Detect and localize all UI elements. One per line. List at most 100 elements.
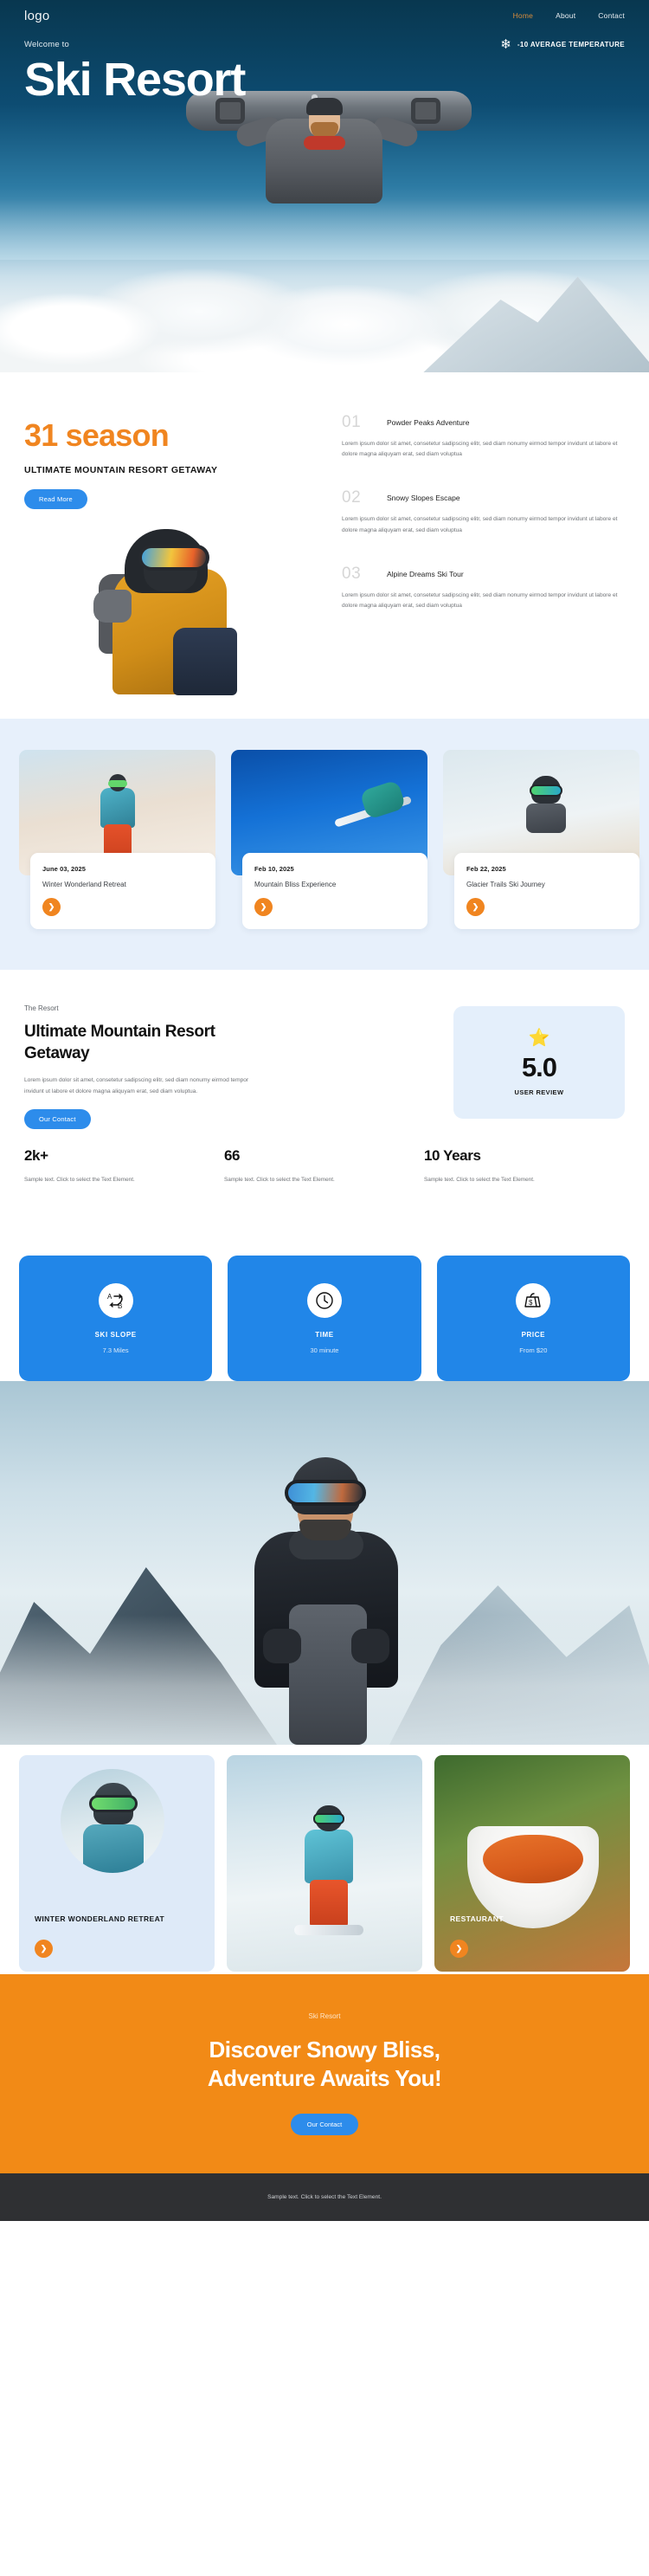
- cta-eyebrow: Ski Resort: [308, 2011, 341, 2020]
- skier-glove: [93, 590, 132, 623]
- feature-body: Lorem ipsum dolor sit amet, consetetur s…: [342, 591, 618, 609]
- nav-item-about[interactable]: About: [556, 11, 575, 20]
- feature-card-ski-slope[interactable]: A B SKI SLOPE 7.3 Miles: [19, 1256, 213, 1381]
- hero-section: logo Home About Contact Welcome to ❄ -10…: [0, 0, 649, 372]
- arrow-right-icon[interactable]: ❯: [254, 898, 273, 916]
- season-intro: 31 season ULTIMATE MOUNTAIN RESORT GETAW…: [24, 417, 310, 510]
- event-meta: June 03, 2025 Winter Wonderland Retreat …: [30, 853, 215, 929]
- event-card[interactable]: Feb 10, 2025 Mountain Bliss Experience ❯: [231, 750, 427, 929]
- feature-card-time[interactable]: TIME 30 minute: [228, 1256, 421, 1381]
- figure-torso: [100, 788, 135, 828]
- feature-title: Alpine Dreams Ski Tour: [387, 569, 464, 578]
- user-review-box: ⭐ 5.0 USER REVIEW: [453, 1006, 625, 1119]
- feature-card-name: SKI SLOPE: [94, 1330, 137, 1339]
- stat-value: 2k+: [24, 1147, 48, 1164]
- resort-section: The Resort Ultimate Mountain Resort Geta…: [0, 970, 649, 1256]
- season-subheadline: ULTIMATE MOUNTAIN RESORT GETAWAY: [24, 465, 218, 475]
- gallery-card-label: WINTER WONDERLAND RETREAT: [35, 1914, 165, 1923]
- portrait-glove-left: [263, 1629, 301, 1663]
- feature-card-name: PRICE: [521, 1330, 546, 1339]
- event-card[interactable]: June 03, 2025 Winter Wonderland Retreat …: [19, 750, 215, 929]
- event-card[interactable]: Feb 22, 2025 Glacier Trails Ski Journey …: [443, 750, 639, 929]
- landing-page: logo Home About Contact Welcome to ❄ -10…: [0, 0, 649, 2576]
- gallery-card-restaurant[interactable]: RESTAURANT ❯: [434, 1755, 630, 1972]
- gallery-card-slope-photo[interactable]: [227, 1755, 422, 1972]
- footer: Sample text. Click to select the Text El…: [0, 2173, 649, 2221]
- figure-goggles: [89, 1795, 138, 1812]
- feature-heading: 01 Powder Peaks Adventure: [342, 414, 627, 430]
- skier-portrait-figure: [523, 776, 569, 833]
- figure-snowboard: [294, 1925, 363, 1935]
- snowflake-icon: ❄: [500, 37, 511, 52]
- cta-our-contact-button[interactable]: Our Contact: [290, 2114, 359, 2136]
- events-row: June 03, 2025 Winter Wonderland Retreat …: [19, 750, 639, 929]
- read-more-button[interactable]: Read More: [24, 489, 87, 510]
- event-date: June 03, 2025: [42, 865, 87, 873]
- snowboarder-portrait: [235, 1457, 414, 1745]
- event-meta: Feb 22, 2025 Glacier Trails Ski Journey …: [454, 853, 639, 929]
- board-binding-right: [411, 98, 440, 124]
- event-name: Glacier Trails Ski Journey: [466, 881, 545, 888]
- site-logo[interactable]: logo: [24, 9, 50, 23]
- stat-text: Sample text. Click to select the Text El…: [224, 1177, 335, 1183]
- event-name: Mountain Bliss Experience: [254, 881, 337, 888]
- event-name: Winter Wonderland Retreat: [42, 881, 126, 888]
- feature-number: 01: [342, 413, 362, 431]
- gallery-row: WINTER WONDERLAND RETREAT ❯ RESTAURANT ❯: [19, 1755, 630, 1972]
- hero-welcome-text: Welcome to: [24, 40, 69, 49]
- main-nav: Home About Contact: [513, 11, 625, 20]
- figure-goggles: [530, 784, 562, 797]
- feature-card-price[interactable]: $ PRICE From $20: [436, 1256, 630, 1381]
- arrow-right-icon[interactable]: ❯: [42, 898, 61, 916]
- cta-title-line-1: Discover Snowy Bliss,: [209, 2036, 440, 2063]
- stat-value: 66: [224, 1147, 241, 1164]
- events-section: June 03, 2025 Winter Wonderland Retreat …: [0, 719, 649, 970]
- nav-item-contact[interactable]: Contact: [598, 11, 625, 20]
- review-score: 5.0: [521, 1051, 557, 1082]
- temperature-text: -10 AVERAGE TEMPERATURE: [517, 41, 625, 48]
- footer-text: Sample text. Click to select the Text El…: [267, 2194, 382, 2200]
- stat-item: 2k+ Sample text. Click to select the Tex…: [24, 1147, 224, 1185]
- stat-item: 10 Years Sample text. Click to select th…: [424, 1147, 624, 1185]
- arrow-right-icon[interactable]: ❯: [450, 1940, 468, 1958]
- our-contact-button[interactable]: Our Contact: [24, 1109, 91, 1130]
- feature-number: 02: [342, 488, 362, 507]
- feature-item: 01 Powder Peaks Adventure Lorem ipsum do…: [342, 414, 627, 460]
- arrow-right-icon[interactable]: ❯: [466, 898, 485, 916]
- feature-title: Snowy Slopes Escape: [387, 494, 460, 503]
- figure-torso: [305, 1830, 353, 1883]
- portrait-glove-right: [351, 1629, 389, 1663]
- nav-item-home[interactable]: Home: [513, 11, 533, 20]
- soup-contents: [483, 1835, 583, 1883]
- top-navigation-bar: logo Home About Contact: [0, 0, 649, 31]
- rider-beanie: [306, 98, 343, 115]
- figure-goggles: [108, 780, 127, 787]
- skier-goggles: [138, 545, 209, 571]
- feature-body: Lorem ipsum dolor sit amet, consetetur s…: [342, 516, 618, 533]
- feature-cards-row: A B SKI SLOPE 7.3 Miles TIME 30 minute $…: [19, 1256, 630, 1381]
- star-icon: ⭐: [528, 1028, 550, 1048]
- route-a-to-b-icon: A B: [98, 1282, 133, 1318]
- feature-cards-section: A B SKI SLOPE 7.3 Miles TIME 30 minute $…: [0, 1256, 649, 1381]
- resort-title: Ultimate Mountain Resort Getaway: [24, 1023, 215, 1062]
- stat-text: Sample text. Click to select the Text El…: [24, 1177, 135, 1183]
- season-headline: 31 season: [24, 417, 170, 453]
- stats-row: 2k+ Sample text. Click to select the Tex…: [24, 1147, 625, 1185]
- feature-item: 03 Alpine Dreams Ski Tour Lorem ipsum do…: [342, 565, 627, 611]
- gallery-circle-image: [61, 1769, 164, 1873]
- cta-section: Ski Resort Discover Snowy Bliss, Adventu…: [0, 1974, 649, 2173]
- gallery-card-winter-wonderland[interactable]: WINTER WONDERLAND RETREAT ❯: [19, 1755, 215, 1972]
- cta-title-line-2: Adventure Awaits You!: [207, 2065, 442, 2091]
- svg-text:A: A: [107, 1293, 112, 1301]
- figure-pants: [310, 1880, 348, 1928]
- feature-item: 02 Snowy Slopes Escape Lorem ipsum dolor…: [342, 489, 627, 535]
- arrow-right-icon[interactable]: ❯: [35, 1940, 53, 1958]
- portrait-snowboard: [289, 1604, 367, 1745]
- portrait-beard: [299, 1520, 351, 1540]
- svg-text:$: $: [529, 1299, 533, 1307]
- review-label: USER REVIEW: [514, 1088, 564, 1096]
- hero-photo-section: [0, 1381, 649, 1745]
- gallery-section: WINTER WONDERLAND RETREAT ❯ RESTAURANT ❯: [0, 1745, 649, 1974]
- resort-body: Lorem ipsum dolor sit amet, consetetur s…: [24, 1077, 249, 1094]
- snowboarder-figure: [292, 1805, 363, 1935]
